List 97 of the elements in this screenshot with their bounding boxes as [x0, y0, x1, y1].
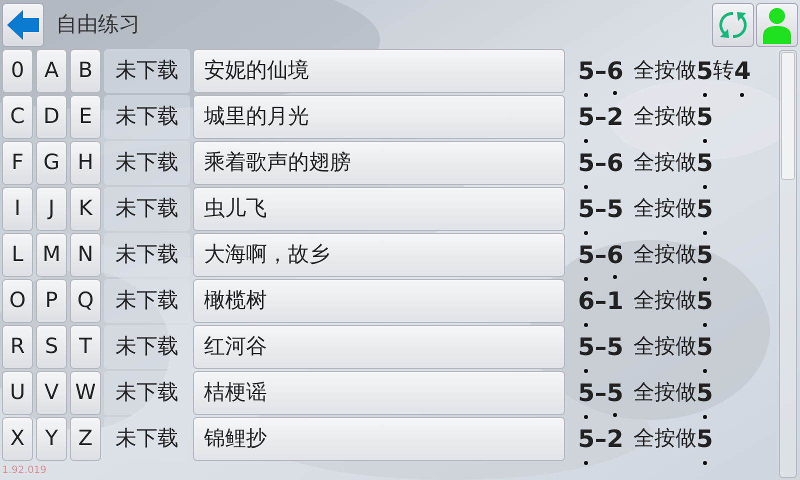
note-text: 6	[606, 240, 624, 271]
note-text: 转	[713, 57, 734, 84]
left-arrow-icon	[5, 7, 41, 43]
key-label: 全按做	[633, 379, 696, 406]
download-status: 未下载	[104, 141, 190, 185]
letter-key[interactable]: J	[36, 187, 67, 231]
letter-key[interactable]: Y	[36, 417, 67, 461]
song-title-button[interactable]: 锦鲤抄	[193, 417, 565, 461]
note-text: 5	[696, 99, 714, 135]
song-title-button[interactable]: 红河谷	[193, 325, 565, 369]
back-button[interactable]	[2, 3, 44, 47]
letter-key[interactable]: O	[2, 279, 33, 323]
note-text: –	[594, 148, 607, 179]
key-label: 全按做	[633, 425, 696, 452]
letter-key[interactable]: G	[36, 141, 67, 185]
note-text: 6	[578, 283, 595, 319]
version-text: 1.92.019	[2, 464, 47, 478]
note-text: 2	[606, 421, 624, 457]
note-text: 5	[578, 237, 595, 273]
key-label: 全按做	[633, 149, 696, 176]
note-text: 5	[606, 378, 624, 409]
letter-key[interactable]: I	[2, 187, 33, 231]
letter-key[interactable]: T	[70, 325, 101, 369]
letter-key[interactable]: A	[36, 49, 67, 93]
letter-key[interactable]: R	[2, 325, 33, 369]
note-text: 5	[578, 329, 595, 365]
note-text: –	[594, 56, 607, 87]
scrollbar-thumb[interactable]	[781, 52, 795, 180]
letter-key[interactable]: Z	[70, 417, 101, 461]
letter-key[interactable]: H	[70, 141, 101, 185]
note-text: 5	[696, 191, 714, 227]
note-text: 5	[696, 283, 714, 319]
letter-key[interactable]: C	[2, 95, 33, 139]
user-icon	[760, 6, 794, 44]
note-text: –	[594, 424, 607, 455]
screen-title: 自由练习	[56, 11, 140, 38]
note-text: 5	[578, 421, 595, 457]
song-title-button[interactable]: 安妮的仙境	[193, 49, 565, 93]
song-title-button[interactable]: 桔梗谣	[193, 371, 565, 415]
refresh-button[interactable]	[712, 3, 754, 47]
download-status: 未下载	[104, 187, 190, 231]
song-title-button[interactable]: 橄榄树	[193, 279, 565, 323]
letter-key[interactable]: K	[70, 187, 101, 231]
letter-key[interactable]: F	[2, 141, 33, 185]
letter-key[interactable]: 0	[2, 49, 33, 93]
key-label: 全按做	[633, 287, 696, 314]
letter-key[interactable]: Q	[70, 279, 101, 323]
letter-key[interactable]: V	[36, 371, 67, 415]
note-text: 2	[606, 99, 624, 135]
download-status: 未下载	[104, 279, 190, 323]
note-text: 5	[578, 145, 595, 181]
letter-key[interactable]: M	[36, 233, 67, 277]
letter-key[interactable]: S	[36, 325, 67, 369]
note-text: –	[594, 378, 607, 409]
note-text: 5	[578, 99, 595, 135]
download-status: 未下载	[104, 233, 190, 277]
note-text: –	[594, 194, 607, 225]
key-label: 全按做	[633, 195, 696, 222]
song-title-button[interactable]: 大海啊，故乡	[193, 233, 565, 277]
note-text: 5	[696, 53, 714, 89]
note-text: 5	[696, 145, 714, 181]
letter-key[interactable]: N	[70, 233, 101, 277]
letter-key[interactable]: D	[36, 95, 67, 139]
key-label: 全按做	[633, 57, 696, 84]
note-text: 5	[606, 194, 624, 225]
song-title-button[interactable]: 城里的月光	[193, 95, 565, 139]
note-text: 5	[696, 237, 714, 273]
song-title-button[interactable]: 虫儿飞	[193, 187, 565, 231]
key-label: 全按做	[633, 103, 696, 130]
letter-key[interactable]: P	[36, 279, 67, 323]
note-text: –	[594, 102, 607, 133]
letter-key[interactable]: U	[2, 371, 33, 415]
note-text: 6	[606, 148, 624, 179]
note-text: 5	[606, 332, 624, 363]
letter-key[interactable]: B	[70, 49, 101, 93]
letter-key[interactable]: W	[70, 371, 101, 415]
note-text: 5	[696, 375, 714, 411]
user-button[interactable]	[756, 3, 798, 47]
key-label: 全按做	[633, 333, 696, 360]
note-text: –	[594, 240, 607, 271]
note-text: –	[594, 286, 607, 317]
note-text: –	[594, 332, 607, 363]
letter-key[interactable]: X	[2, 417, 33, 461]
letter-key[interactable]: L	[2, 233, 33, 277]
note-text: 1	[606, 283, 624, 319]
key-label: 全按做	[633, 241, 696, 268]
download-status: 未下载	[104, 95, 190, 139]
letter-key[interactable]: E	[70, 95, 101, 139]
note-text: 5	[578, 375, 595, 411]
note-text: 6	[606, 56, 624, 87]
download-status: 未下载	[104, 49, 190, 93]
note-text: 5	[578, 53, 595, 89]
note-text: 5	[578, 191, 595, 227]
note-text: 5	[696, 421, 714, 457]
note-text: 5	[696, 329, 714, 365]
note-text: 4	[734, 53, 751, 89]
song-title-button[interactable]: 乘着歌声的翅膀	[193, 141, 565, 185]
